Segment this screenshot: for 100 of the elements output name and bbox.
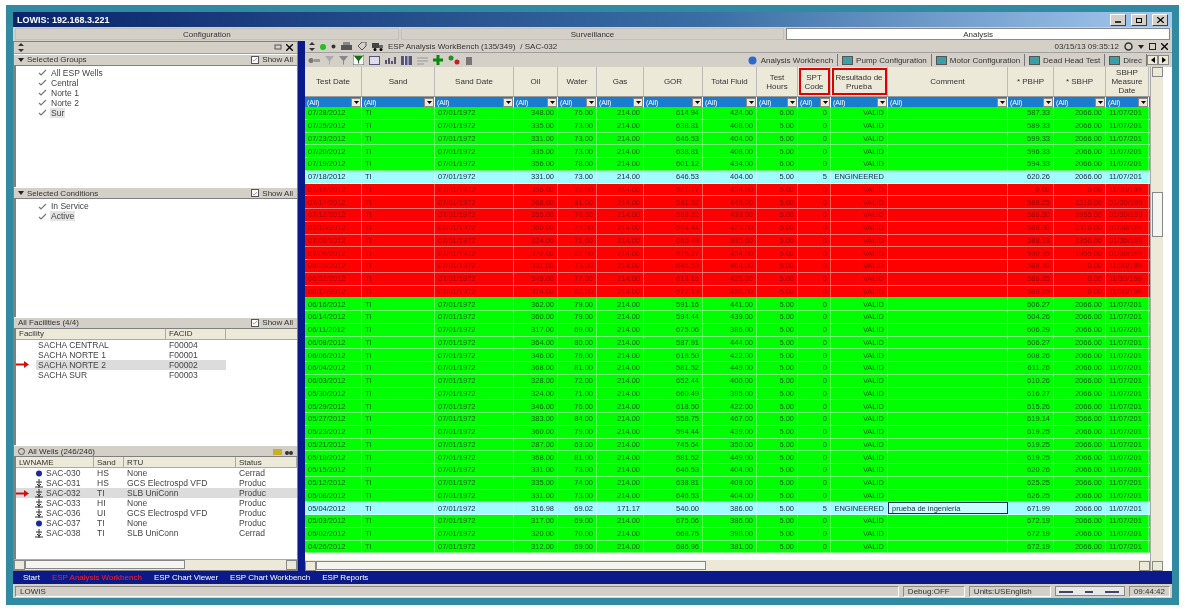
section-title: Selected Conditions [27, 188, 99, 198]
column-header[interactable]: Water [558, 67, 597, 96]
dot-icon [34, 468, 44, 478]
column-header[interactable]: RTU [124, 457, 236, 468]
well-row[interactable]: SAC-038 TI SLB UniConn Cerrad [16, 528, 297, 539]
status-time: 09:44:42 [1128, 585, 1170, 597]
grid-icon[interactable] [401, 55, 412, 65]
maximize-icon[interactable] [1149, 43, 1156, 50]
table-cell-text: GCS Electrospd VFD [126, 478, 209, 489]
column-header[interactable]: * PBHP [1008, 67, 1054, 96]
dot-icon [34, 518, 44, 528]
app-tab[interactable]: ESP Reports [322, 573, 369, 582]
updown-icon [309, 42, 315, 51]
well-row[interactable]: SAC-036 UI GCS Electrospd VFD Produc [16, 508, 297, 519]
status-debug: Debug:OFF [902, 585, 965, 597]
facility-name[interactable]: SACHA NORTE 1 [36, 349, 166, 360]
plus-icon[interactable] [433, 55, 443, 65]
right-arrow-icon [1161, 57, 1166, 63]
column-header[interactable]: * SBHP [1054, 67, 1106, 96]
list-item[interactable]: Central [50, 77, 80, 88]
facility-name[interactable]: SACHA SUR [36, 369, 166, 380]
show-all-checkbox[interactable] [251, 318, 260, 327]
list-item[interactable]: Sur [50, 107, 66, 118]
caret-icon [353, 100, 359, 104]
close-icon[interactable] [286, 43, 293, 51]
restore-button[interactable] [1131, 13, 1147, 26]
column-header[interactable]: Comment [888, 67, 1008, 96]
status-dot-icon [320, 43, 326, 50]
well-row[interactable]: SAC-033 HI None Produc [16, 498, 297, 509]
module-tab[interactable]: Analysis [786, 28, 1170, 40]
section-title: All Wells (246/246) [28, 446, 95, 456]
well-row[interactable]: SAC-032 TI SLB UniConn Produc [16, 488, 297, 499]
table-cell-text: SLB UniConn [126, 488, 179, 499]
table-cell-text: UI [96, 508, 107, 519]
filter-active-icon[interactable] [353, 55, 364, 65]
list-item[interactable]: Norte 2 [50, 97, 80, 108]
arrow-icon [16, 489, 30, 497]
scroll-left-button[interactable] [1147, 55, 1158, 65]
app-tab[interactable]: ESP Chart Workbench [230, 573, 311, 582]
module-tab[interactable]: Surveillance [400, 28, 785, 40]
section-title: All Facilities (4/4) [18, 318, 79, 328]
bar-chart-icon[interactable] [385, 55, 396, 65]
close-icon[interactable] [1161, 43, 1168, 50]
app-tab[interactable]: ESP Chart Viewer [153, 573, 219, 582]
printer-icon[interactable] [341, 42, 352, 51]
well-row[interactable]: SAC-031 HS GCS Electrospd VFD Produc [16, 478, 297, 489]
show-all-checkbox[interactable] [251, 189, 260, 198]
facility-name[interactable]: SACHA NORTE 2 [36, 359, 166, 370]
column-header[interactable]: Total Fluid [703, 67, 757, 96]
app-tab[interactable]: ESP Analysis Workbench [51, 573, 142, 582]
column-header[interactable]: GOR [644, 67, 703, 96]
column-header[interactable]: Sand [94, 457, 124, 468]
caret-icon [1140, 100, 1146, 104]
well-row[interactable]: SAC-030 HS None Cerrad [16, 468, 297, 479]
caret-icon [18, 191, 24, 196]
vertical-scrollbar[interactable] [1150, 67, 1163, 571]
view-tab[interactable]: Pump Configuration [838, 54, 932, 66]
view-tab[interactable]: Direc [1105, 54, 1147, 66]
minimize-button[interactable] [1110, 13, 1126, 26]
column-header[interactable]: Sand Date [435, 67, 514, 96]
status-units: Units:USEnglish [968, 585, 1051, 597]
column-header[interactable]: Facility [16, 328, 166, 339]
module-tab[interactable]: Configuration [15, 28, 399, 40]
app-tab[interactable]: Start [23, 573, 40, 582]
check-icon [252, 319, 259, 327]
workbench-title: ESP Analysis WorkBench (135/349) [388, 42, 516, 51]
show-all-checkbox[interactable] [251, 55, 260, 64]
close-button[interactable] [1152, 13, 1168, 26]
truck-icon[interactable] [372, 42, 383, 51]
caret-icon[interactable] [1138, 44, 1144, 49]
well-row[interactable]: SAC-037 TI None Produc [16, 518, 297, 529]
column-header[interactable]: SBHP Measure Date [1106, 67, 1149, 96]
column-header[interactable]: Test Date [305, 67, 362, 96]
column-header[interactable]: FACID [166, 328, 226, 339]
view-tab[interactable]: Motor Configuration [931, 54, 1026, 66]
column-header[interactable]: Oil [514, 67, 558, 96]
horizontal-scrollbar[interactable] [14, 558, 297, 570]
caret-icon [694, 100, 700, 104]
refresh-icon[interactable] [1124, 42, 1133, 51]
column-header[interactable]: SPT Code [798, 67, 831, 96]
view-tab[interactable]: Dead Head Test [1025, 54, 1106, 66]
list-item[interactable]: In Service [50, 201, 90, 212]
view-tab[interactable]: Analysis Workbench [742, 54, 839, 66]
well-name: SAC-031 [46, 478, 81, 489]
list-item[interactable]: All ESP Wells [50, 67, 104, 78]
check-icon [252, 189, 259, 197]
column-header[interactable]: Status [236, 457, 297, 468]
column-header[interactable]: Test Hours [757, 67, 798, 96]
table-cell-text: Cerrad [238, 468, 266, 479]
column-header[interactable]: Resultado de Prueba [831, 67, 888, 96]
scroll-right-button[interactable] [1158, 55, 1169, 65]
horizontal-scrollbar[interactable] [305, 560, 1150, 571]
toggle-icon[interactable] [308, 55, 320, 65]
column-header[interactable]: Sand [362, 67, 435, 96]
tag-icon[interactable] [357, 42, 367, 51]
column-header[interactable]: Gas [597, 67, 644, 96]
facility-name[interactable]: SACHA CENTRAL [36, 339, 166, 350]
list-item[interactable]: Norte 1 [50, 87, 80, 98]
column-header[interactable]: LWNAME [16, 457, 94, 468]
list-item[interactable]: Active [50, 211, 76, 222]
